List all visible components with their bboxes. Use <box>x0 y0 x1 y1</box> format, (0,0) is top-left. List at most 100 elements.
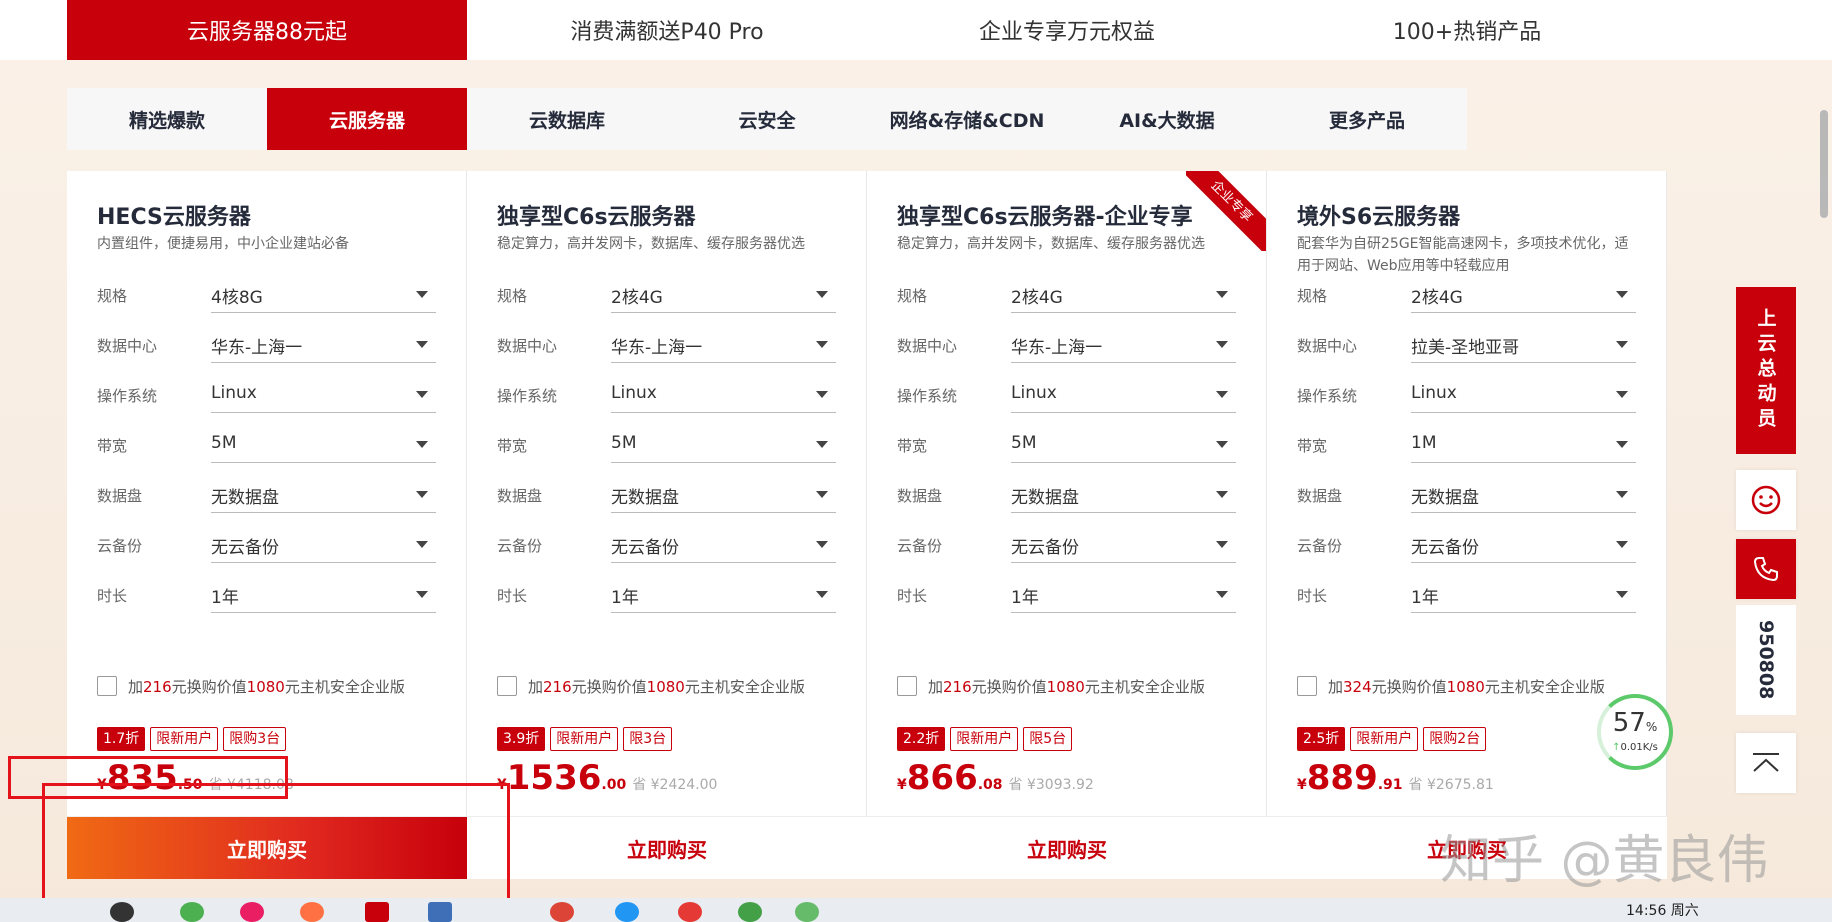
option-select[interactable]: 无数据盘 <box>211 477 436 513</box>
option-row: 数据盘 无数据盘 <box>897 471 1237 521</box>
app-icon[interactable] <box>300 902 324 922</box>
tab-network-storage[interactable]: 网络&存储&CDN <box>867 88 1067 150</box>
app-icon[interactable] <box>110 902 134 922</box>
app-icon[interactable] <box>428 902 452 922</box>
option-select[interactable]: 5M <box>611 427 836 463</box>
option-select[interactable]: 拉美-圣地亚哥 <box>1411 327 1636 363</box>
option-select[interactable]: 2核4G <box>611 277 836 313</box>
option-select[interactable]: 无数据盘 <box>611 477 836 513</box>
option-select[interactable]: 1年 <box>611 577 836 613</box>
option-row: 数据中心 华东-上海一 <box>497 321 837 371</box>
app-icon[interactable] <box>615 902 639 922</box>
option-select[interactable]: 无云备份 <box>1011 527 1236 563</box>
tab-ai-bigdata[interactable]: AI&大数据 <box>1067 88 1267 150</box>
option-row: 操作系统 Linux <box>1297 371 1637 421</box>
product-card: 独享型C6s云服务器 稳定算力，高并发网卡，数据库、缓存服务器优选 规格 2核4G… <box>467 171 867 879</box>
network-speed-widget[interactable]: 57% ↑0.01K/s <box>1597 694 1673 770</box>
option-row: 云备份 无云备份 <box>1297 521 1637 571</box>
chevron-down-icon <box>416 391 428 398</box>
addon-checkbox-row[interactable]: 加216元换购价值1080元主机安全企业版 <box>897 675 1257 699</box>
quantity-limit-badge: 限5台 <box>1023 727 1073 751</box>
watermark: 知乎 @黄良伟 <box>1440 831 1769 891</box>
option-select[interactable]: 无云备份 <box>611 527 836 563</box>
option-select[interactable]: 华东-上海一 <box>1011 327 1236 363</box>
chrome-icon[interactable] <box>550 902 574 922</box>
option-label: 数据中心 <box>97 337 158 355</box>
option-select[interactable]: 无数据盘 <box>1011 477 1236 513</box>
chevron-down-icon <box>1216 541 1228 548</box>
back-to-top-button[interactable] <box>1736 733 1796 793</box>
promo-tab-bar: 云服务器88元起 消费满额送P40 Pro 企业专享万元权益 100+热销产品 <box>0 0 1832 60</box>
option-select[interactable]: 5M <box>1011 427 1236 463</box>
promo-tab-p40[interactable]: 消费满额送P40 Pro <box>467 0 867 60</box>
option-select[interactable]: 无云备份 <box>211 527 436 563</box>
tab-cloud-server[interactable]: 云服务器 <box>267 88 467 150</box>
campaign-banner-button[interactable]: 上云总动员 <box>1736 287 1796 454</box>
currency-symbol: ¥ <box>1297 777 1307 793</box>
option-select[interactable]: 2核4G <box>1411 277 1636 313</box>
app-icon[interactable] <box>365 902 389 922</box>
badge-row: 3.9折 限新用户 限3台 <box>497 727 673 751</box>
addon-checkbox-row[interactable]: 加324元换购价值1080元主机安全企业版 <box>1297 675 1657 699</box>
phone-button[interactable] <box>1736 539 1796 599</box>
chevron-down-icon <box>1616 541 1628 548</box>
addon-checkbox[interactable] <box>897 676 917 696</box>
option-select[interactable]: 1年 <box>1411 577 1636 613</box>
option-value: 拉美-圣地亚哥 <box>1411 338 1520 358</box>
product-card: 独享型C6s云服务器-企业专享 稳定算力，高并发网卡，数据库、缓存服务器优选 企业专… <box>867 171 1267 879</box>
option-select[interactable]: 5M <box>211 427 436 463</box>
tab-featured[interactable]: 精选爆款 <box>67 88 267 150</box>
addon-checkbox[interactable] <box>97 676 117 696</box>
arrow-up-icon <box>1753 753 1779 772</box>
option-select[interactable]: 无云备份 <box>1411 527 1636 563</box>
option-select[interactable]: 1M <box>1411 427 1636 463</box>
chevron-down-icon <box>1616 441 1628 448</box>
option-label: 操作系统 <box>897 387 958 405</box>
promo-tab-hot-products[interactable]: 100+热销产品 <box>1267 0 1667 60</box>
hotline-number: 950808 <box>1736 605 1796 715</box>
app-icon[interactable] <box>738 902 762 922</box>
tab-more-products[interactable]: 更多产品 <box>1267 88 1467 150</box>
page-scrollbar[interactable] <box>1820 110 1828 218</box>
option-select[interactable]: Linux <box>1011 377 1236 413</box>
promo-tab-enterprise[interactable]: 企业专享万元权益 <box>867 0 1267 60</box>
app-icon[interactable] <box>180 902 204 922</box>
app-icon[interactable] <box>678 902 702 922</box>
app-icon[interactable] <box>240 902 264 922</box>
option-select[interactable]: Linux <box>611 377 836 413</box>
os-taskbar: 14:56 周六 <box>0 898 1832 922</box>
option-label: 规格 <box>97 287 128 305</box>
option-label: 带宽 <box>897 437 928 455</box>
tab-cloud-security[interactable]: 云安全 <box>667 88 867 150</box>
price-decimal: .91 <box>1377 777 1403 793</box>
chevron-down-icon <box>1216 491 1228 498</box>
option-select[interactable]: 无数据盘 <box>1411 477 1636 513</box>
promo-tab-cloud-server[interactable]: 云服务器88元起 <box>67 0 467 60</box>
option-select[interactable]: 1年 <box>211 577 436 613</box>
option-select[interactable]: 2核4G <box>1011 277 1236 313</box>
tab-cloud-database[interactable]: 云数据库 <box>467 88 667 150</box>
option-row: 数据中心 拉美-圣地亚哥 <box>1297 321 1637 371</box>
option-select[interactable]: 华东-上海一 <box>611 327 836 363</box>
category-tab-bar: 精选爆款 云服务器 云数据库 云安全 网络&存储&CDN AI&大数据 更多产品 <box>67 88 1467 150</box>
addon-checkbox-row[interactable]: 加216元换购价值1080元主机安全企业版 <box>97 675 457 699</box>
option-select[interactable]: 4核8G <box>211 277 436 313</box>
option-select[interactable]: Linux <box>1411 377 1636 413</box>
option-select[interactable]: 1年 <box>1011 577 1236 613</box>
option-select[interactable]: Linux <box>211 377 436 413</box>
addon-checkbox-row[interactable]: 加216元换购价值1080元主机安全企业版 <box>497 675 857 699</box>
buy-now-button[interactable]: 立即购买 <box>467 816 867 879</box>
option-value: 无数据盘 <box>1411 488 1479 508</box>
option-row: 数据盘 无数据盘 <box>497 471 837 521</box>
option-select[interactable]: 华东-上海一 <box>211 327 436 363</box>
wechat-icon[interactable] <box>795 902 819 922</box>
option-value: 无数据盘 <box>611 488 679 508</box>
chevron-down-icon <box>416 591 428 598</box>
customer-service-button[interactable] <box>1736 470 1796 530</box>
addon-checkbox[interactable] <box>497 676 517 696</box>
option-row: 数据中心 华东-上海一 <box>897 321 1237 371</box>
addon-text: 加216元换购价值1080元主机安全企业版 <box>528 678 805 696</box>
chevron-down-icon <box>1216 391 1228 398</box>
buy-now-button[interactable]: 立即购买 <box>867 816 1267 879</box>
addon-checkbox[interactable] <box>1297 676 1317 696</box>
